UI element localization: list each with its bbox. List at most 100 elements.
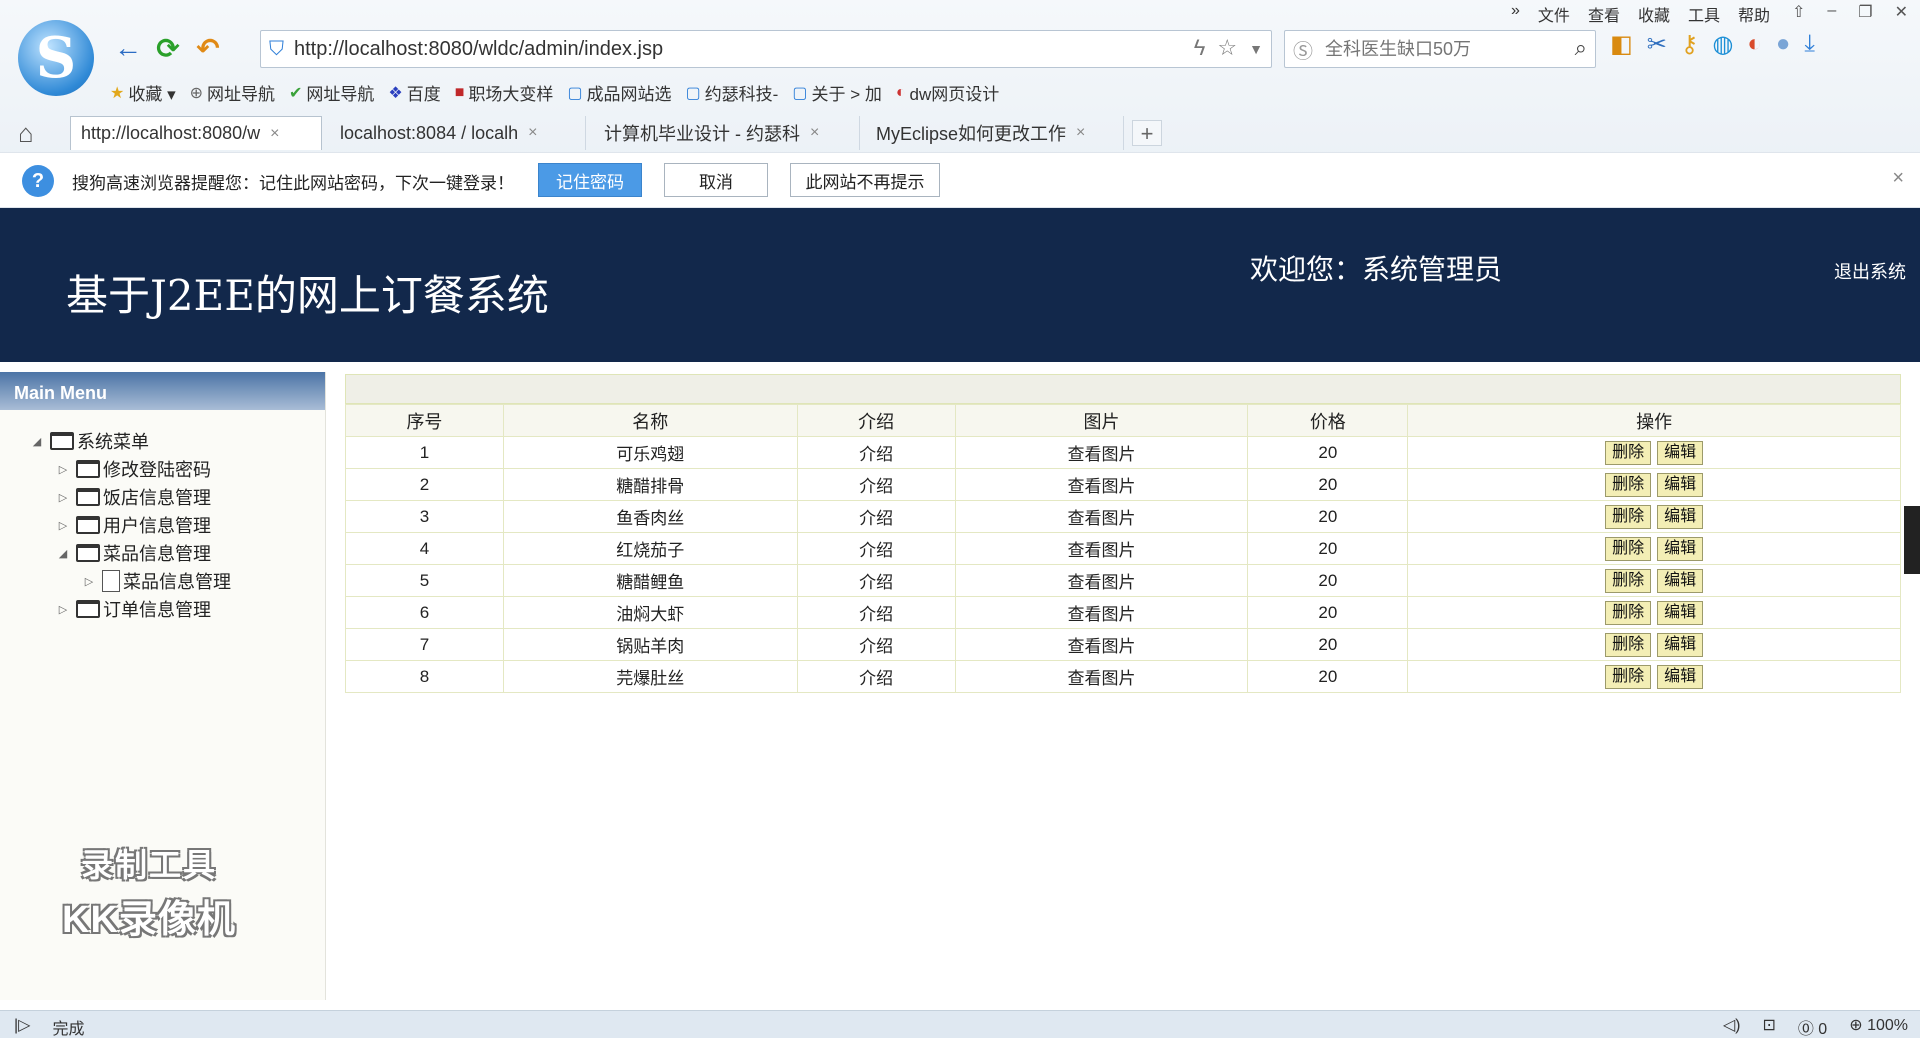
delete-button[interactable]: 删除	[1605, 600, 1652, 625]
delete-button[interactable]: 删除	[1605, 472, 1652, 497]
close-icon[interactable]: ×	[528, 124, 537, 142]
edit-button[interactable]: 编辑	[1657, 664, 1704, 689]
tree-item-dishes[interactable]: ◢ 菜品信息管理	[56, 540, 211, 566]
collapse-icon[interactable]: ▷	[56, 603, 70, 616]
download-icon[interactable]: ⤓	[1804, 30, 1815, 59]
delete-button[interactable]: 删除	[1605, 536, 1652, 561]
tab-admin[interactable]: http://localhost:8080/w ×	[70, 116, 322, 150]
tab-myeclipse[interactable]: MyEclipse如何更改工作 ×	[866, 116, 1124, 150]
screenshot-icon[interactable]: ⊡	[1762, 1015, 1775, 1038]
edit-button[interactable]: 编辑	[1657, 632, 1704, 657]
intro-link[interactable]: 介绍	[796, 468, 956, 501]
intro-link[interactable]: 介绍	[796, 596, 956, 629]
menu-help[interactable]: 帮助	[1738, 2, 1770, 26]
collapse-icon[interactable]: ▷	[56, 463, 70, 476]
refresh-button[interactable]: ⟳	[148, 30, 188, 66]
view-image-link[interactable]: 查看图片	[954, 628, 1249, 661]
bookmark-site[interactable]: ▢ 成品网站选	[567, 80, 671, 105]
bookmark-favorites[interactable]: ★ 收藏 ▾	[110, 80, 176, 105]
blocker-count[interactable]: ⓪ 0	[1798, 1015, 1827, 1038]
home-icon[interactable]: ⌂	[18, 118, 34, 149]
bookmark-nav-1[interactable]: ⊕ 网址导航	[190, 80, 275, 105]
view-image-link[interactable]: 查看图片	[954, 564, 1249, 597]
collapse-icon[interactable]: ▷	[56, 491, 70, 504]
edit-button[interactable]: 编辑	[1657, 600, 1704, 625]
undo-button[interactable]: ↶	[188, 30, 228, 66]
delete-button[interactable]: 删除	[1605, 504, 1652, 529]
edit-button[interactable]: 编辑	[1657, 472, 1704, 497]
side-scroll-handle[interactable]	[1904, 506, 1920, 574]
never-prompt-button[interactable]: 此网站不再提示	[790, 163, 940, 197]
delete-button[interactable]: 删除	[1605, 664, 1652, 689]
search-input[interactable]	[1325, 38, 1545, 60]
scissors-icon[interactable]: ✂	[1647, 30, 1667, 59]
intro-link[interactable]: 介绍	[796, 436, 956, 469]
view-image-link[interactable]: 查看图片	[954, 660, 1249, 693]
restore-button[interactable]: ❐	[1858, 2, 1872, 22]
tree-item-restaurant[interactable]: ▷ 饭店信息管理	[56, 484, 211, 510]
remember-password-button[interactable]: 记住密码	[538, 163, 642, 197]
key-icon[interactable]: ⚷	[1681, 30, 1699, 59]
edit-button[interactable]: 编辑	[1657, 568, 1704, 593]
cancel-button[interactable]: 取消	[664, 163, 768, 197]
play-icon[interactable]: |▷	[14, 1015, 30, 1038]
tree-item-change-password[interactable]: ▷ 修改登陆密码	[56, 456, 211, 482]
edit-button[interactable]: 编辑	[1657, 536, 1704, 561]
tree-item-users[interactable]: ▷ 用户信息管理	[56, 512, 211, 538]
star-icon[interactable]: ☆	[1217, 35, 1237, 63]
view-image-link[interactable]: 查看图片	[954, 436, 1249, 469]
intro-link[interactable]: 介绍	[796, 628, 956, 661]
collapse-icon[interactable]: ▷	[56, 519, 70, 532]
delete-button[interactable]: 删除	[1605, 440, 1652, 465]
view-image-link[interactable]: 查看图片	[954, 596, 1249, 629]
edit-button[interactable]: 编辑	[1657, 440, 1704, 465]
new-tab-button[interactable]: +	[1132, 120, 1162, 146]
close-icon[interactable]: ×	[1892, 167, 1904, 190]
search-box[interactable]: Ⓢ ⌕	[1284, 30, 1596, 68]
intro-link[interactable]: 介绍	[796, 564, 956, 597]
q-icon[interactable]: ◍	[1712, 30, 1733, 59]
back-button[interactable]: ←	[108, 30, 148, 66]
tab-graduation[interactable]: 计算机毕业设计 - 约瑟科 ×	[594, 116, 860, 150]
close-icon[interactable]: ×	[810, 124, 819, 142]
logout-link[interactable]: 退出系统	[1834, 258, 1906, 284]
close-window-button[interactable]: ✕	[1895, 2, 1908, 22]
restore-tab-icon[interactable]: ◧	[1610, 30, 1633, 59]
lightning-icon[interactable]: ϟ	[1194, 35, 1206, 63]
tree-item-dishes-manage[interactable]: ▷ 菜品信息管理	[82, 568, 231, 594]
intro-link[interactable]: 介绍	[796, 532, 956, 565]
view-image-link[interactable]: 查看图片	[954, 500, 1249, 533]
edit-button[interactable]: 编辑	[1657, 504, 1704, 529]
tree-root[interactable]: ◢ 系统菜单	[30, 428, 149, 454]
menu-favorites[interactable]: 收藏	[1638, 2, 1670, 26]
menu-file[interactable]: 文件	[1538, 2, 1570, 26]
search-icon[interactable]: ⌕	[1575, 35, 1587, 61]
zoom-level[interactable]: ⊕ 100%	[1849, 1015, 1908, 1038]
address-bar[interactable]: ⛉ http://localhost:8080/wldc/admin/index…	[260, 30, 1272, 68]
menu-more[interactable]: »	[1511, 2, 1520, 26]
chevron-down-icon[interactable]: ▼	[1249, 35, 1263, 63]
bookmark-dw[interactable]: ◐ dw网页设计	[896, 80, 999, 105]
menu-view[interactable]: 查看	[1588, 2, 1620, 26]
address-url[interactable]: http://localhost:8080/wldc/admin/index.j…	[294, 38, 663, 61]
bookmark-baidu[interactable]: ❖ 百度	[388, 80, 440, 105]
view-image-link[interactable]: 查看图片	[954, 532, 1249, 565]
bookmark-about[interactable]: ▢ 关于 > 加	[792, 80, 882, 105]
bookmark-yuese[interactable]: ▢ 约瑟科技-	[686, 80, 779, 105]
intro-link[interactable]: 介绍	[796, 660, 956, 693]
menu-tools[interactable]: 工具	[1688, 2, 1720, 26]
expand-icon[interactable]: ◢	[30, 435, 44, 448]
tab-pma[interactable]: localhost:8084 / localh ×	[330, 116, 586, 150]
bookmark-career[interactable]: ■ 职场大变样	[455, 80, 554, 105]
close-icon[interactable]: ×	[270, 125, 279, 143]
ext-icon[interactable]: ◐	[1747, 30, 1762, 59]
delete-button[interactable]: 删除	[1605, 632, 1652, 657]
tree-item-orders[interactable]: ▷ 订单信息管理	[56, 596, 211, 622]
minimize-button[interactable]: –	[1827, 2, 1836, 22]
volume-icon[interactable]: ◁)	[1723, 1015, 1741, 1038]
expand-icon[interactable]: ◢	[56, 547, 70, 560]
bookmark-nav-2[interactable]: ✔ 网址导航	[289, 80, 374, 105]
delete-button[interactable]: 删除	[1605, 568, 1652, 593]
collapse-icon[interactable]: ▷	[82, 575, 96, 588]
close-icon[interactable]: ×	[1076, 124, 1085, 142]
